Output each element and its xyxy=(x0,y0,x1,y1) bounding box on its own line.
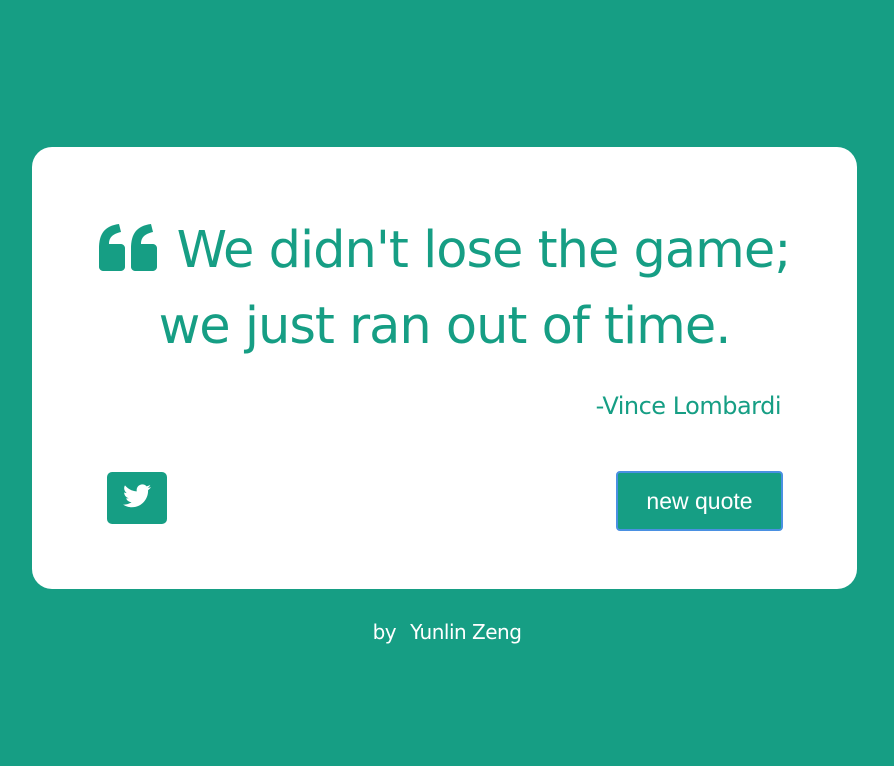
quote-line-1: We didn't lose the game; xyxy=(176,221,792,280)
tweet-button[interactable] xyxy=(107,472,167,524)
twitter-icon xyxy=(123,484,151,512)
footer-credit: by Yunlin Zeng xyxy=(0,620,894,644)
footer-by: by xyxy=(372,620,397,644)
quote-author: -Vince Lombardi xyxy=(595,392,782,420)
footer-author-name: Yunlin Zeng xyxy=(410,620,522,644)
quote-card: We didn't lose the game; we just ran out… xyxy=(32,147,857,589)
quote-line-2: we just ran out of time. xyxy=(158,297,732,356)
quote-left-icon xyxy=(98,223,157,271)
quote-text: We didn't lose the game; we just ran out… xyxy=(32,213,857,365)
new-quote-button[interactable]: new quote xyxy=(616,471,783,531)
